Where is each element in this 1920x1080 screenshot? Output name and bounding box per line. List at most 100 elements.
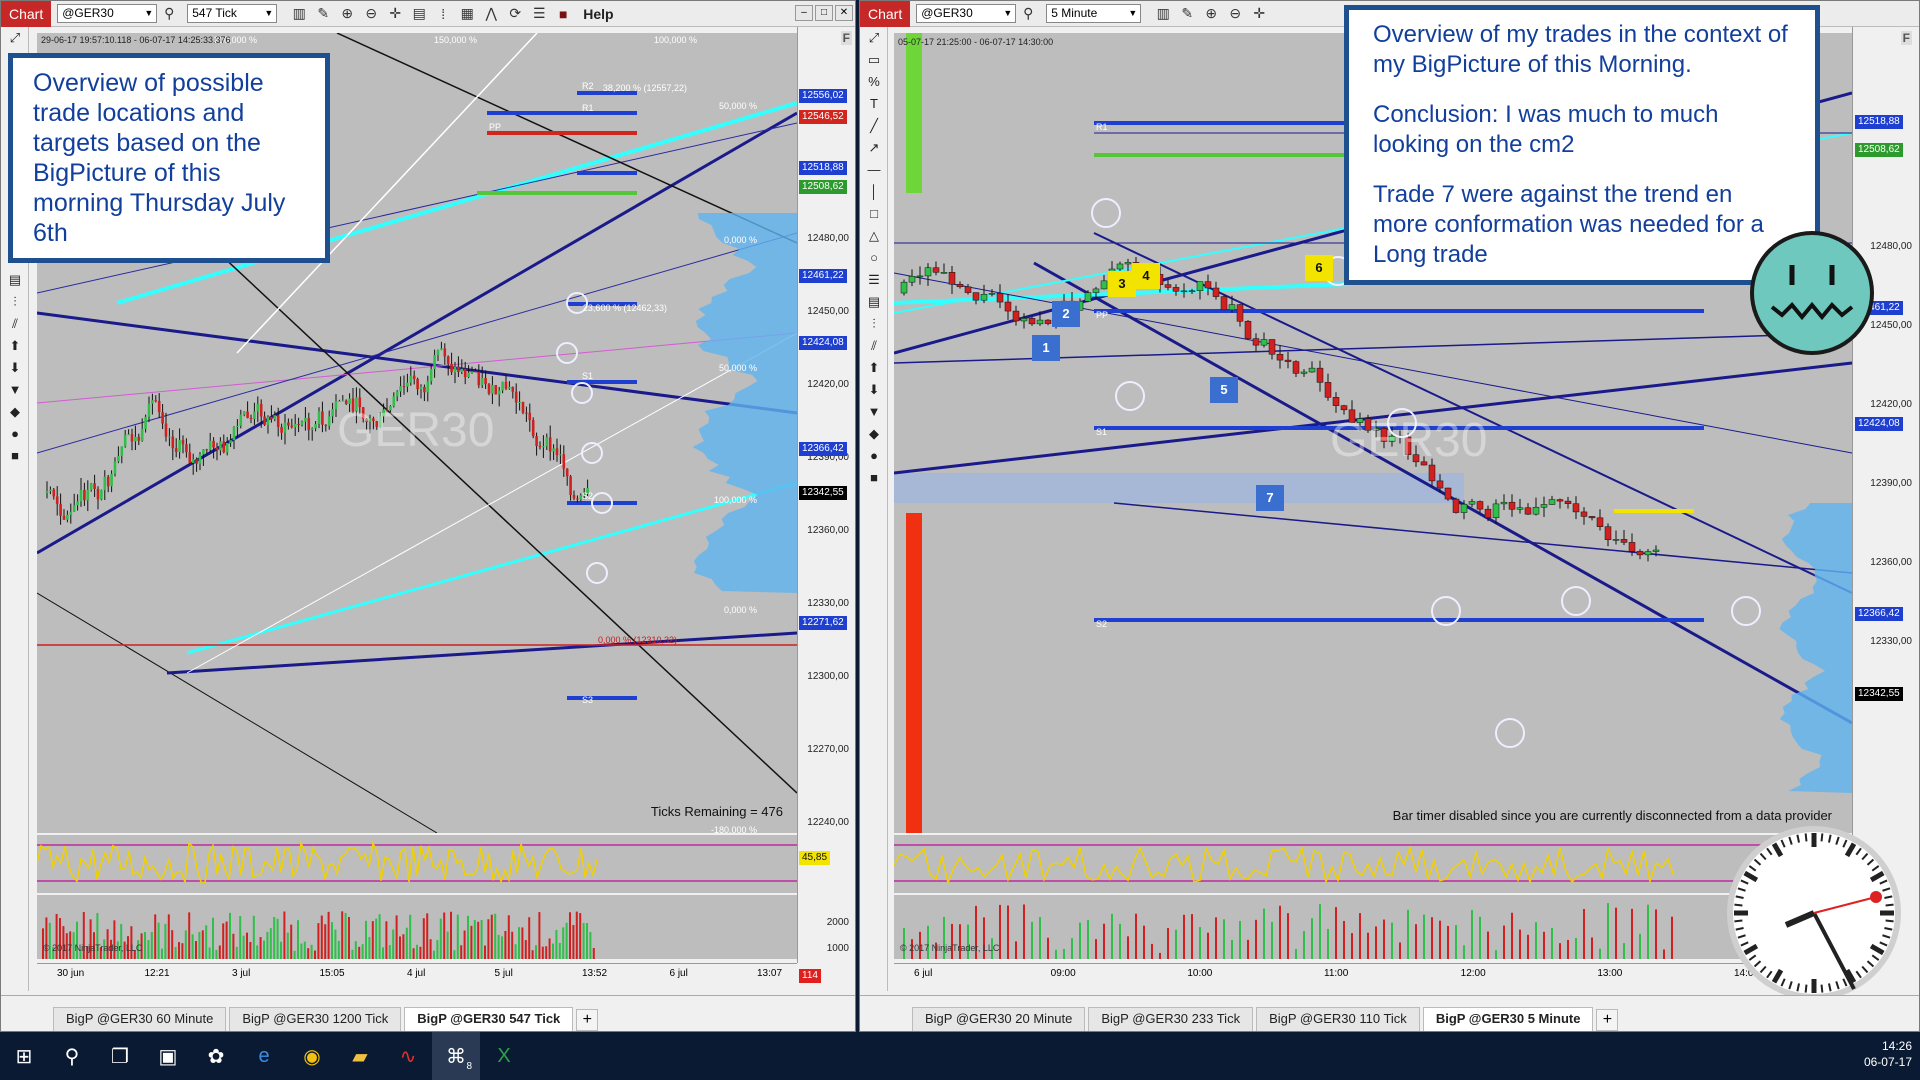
fib-tool-icon[interactable]: %	[860, 71, 888, 93]
pointer-icon[interactable]: ⤢	[860, 27, 888, 49]
tab-60-minute[interactable]: BigP @GER30 60 Minute	[53, 1007, 227, 1031]
volume-panel[interactable]: © 2017 NinjaTrader, LLC	[37, 895, 797, 959]
fib-extension-icon[interactable]: ▤	[860, 291, 888, 313]
search-icon[interactable]: ⚲	[48, 1032, 96, 1080]
list-icon[interactable]: ☰	[527, 5, 551, 22]
ruler-icon[interactable]: ▭	[860, 49, 888, 71]
price-axis[interactable]: F 12480,00 12450,00 12420,00 12390,00 12360,…	[1852, 27, 1919, 963]
text-icon[interactable]: T	[860, 93, 888, 115]
crosshair-icon[interactable]: ✛	[1247, 5, 1271, 22]
oscillator-panel[interactable]	[894, 835, 1852, 893]
start-icon[interactable]: ⊞	[0, 1032, 48, 1080]
zoom-in-icon[interactable]: ⊕	[1199, 5, 1223, 22]
fib-retracement-icon[interactable]: ☰	[860, 269, 888, 291]
flag-icon[interactable]: F	[840, 31, 852, 45]
dot-icon[interactable]: ●	[860, 445, 888, 467]
fib-extension-icon[interactable]: ▤	[1, 269, 29, 291]
price-axis[interactable]: F 12480,00 12450,00 12420,00 12390,00 12360,…	[797, 27, 855, 983]
trade-marker[interactable]: 5	[1210, 377, 1238, 403]
app-icon[interactable]: ∿	[384, 1032, 432, 1080]
arrow-up-icon[interactable]: ⬆	[1, 335, 29, 357]
arrow-up-icon[interactable]: ⬆	[860, 357, 888, 379]
trade-marker[interactable]: 2	[1052, 301, 1080, 327]
task-view-icon[interactable]: ❐	[96, 1032, 144, 1080]
zoom-in-icon[interactable]: ⊕	[335, 5, 359, 22]
diamond-icon[interactable]: ◆	[860, 423, 888, 445]
minimize-icon[interactable]: –	[795, 5, 813, 21]
instrument-select[interactable]: @GER30 ▼	[916, 4, 1017, 23]
tab-5-minute[interactable]: BigP @GER30 5 Minute	[1422, 1007, 1594, 1031]
candle-body	[559, 454, 562, 456]
tab-110-tick[interactable]: BigP @GER30 110 Tick	[1256, 1007, 1420, 1031]
pitchfork-icon[interactable]: ⫶	[860, 313, 888, 335]
chart-menu-button[interactable]: Chart	[860, 1, 911, 27]
close-icon[interactable]: ✕	[835, 5, 853, 21]
instrument-select[interactable]: @GER30 ▼	[57, 4, 158, 23]
channel-icon[interactable]: ⫽	[860, 335, 888, 357]
search-icon[interactable]: ⚲	[157, 5, 181, 22]
tab-20-minute[interactable]: BigP @GER30 20 Minute	[912, 1007, 1086, 1031]
system-clock[interactable]: 14:26 06-07-17	[1864, 1038, 1912, 1070]
bar-type-icon[interactable]: ▥	[287, 5, 311, 22]
oscillator-panel[interactable]	[37, 835, 797, 893]
maximize-icon[interactable]: □	[815, 5, 833, 21]
ninjatrader-icon[interactable]: ⌘ 8	[432, 1032, 480, 1080]
pencil-icon[interactable]: ✎	[311, 5, 335, 22]
chrome-icon[interactable]: ◉	[288, 1032, 336, 1080]
interval-select[interactable]: 547 Tick ▼	[187, 4, 278, 23]
trade-marker[interactable]: 4	[1132, 263, 1160, 289]
arrow-down-icon[interactable]: ⬇	[1, 357, 29, 379]
search-icon[interactable]: ⚲	[1016, 5, 1040, 22]
app-icon[interactable]: ▣	[144, 1032, 192, 1080]
flag-icon[interactable]: F	[1900, 31, 1912, 45]
triangle-icon[interactable]: △	[860, 225, 888, 247]
arrow-down-icon[interactable]: ⬇	[860, 379, 888, 401]
tab-1200-tick[interactable]: BigP @GER30 1200 Tick	[229, 1007, 402, 1031]
line-icon[interactable]: ╱	[860, 115, 888, 137]
tab-547-tick[interactable]: BigP @GER30 547 Tick	[404, 1007, 574, 1031]
vertical-line-icon[interactable]: │	[860, 181, 888, 203]
chart-trader-icon[interactable]: ▦	[455, 5, 479, 22]
rectangle-icon[interactable]: □	[860, 203, 888, 225]
candle-body	[93, 483, 96, 489]
trade-marker[interactable]: 6	[1305, 255, 1333, 281]
zoom-out-icon[interactable]: ⊖	[359, 5, 383, 22]
strategy-icon[interactable]: ⁞	[431, 6, 455, 22]
triangle-down-icon[interactable]: ▼	[860, 401, 888, 423]
trade-marker[interactable]: 7	[1256, 485, 1284, 511]
edge-icon[interactable]: e	[240, 1032, 288, 1080]
add-tab-button[interactable]: +	[1596, 1009, 1619, 1031]
time-axis[interactable]: 6 jul 09:00 10:00 11:00 12:00 13:00 14:00	[894, 963, 1852, 985]
candle-body	[171, 436, 175, 449]
trade-marker[interactable]: 1	[1032, 335, 1060, 361]
chart-menu-button[interactable]: Chart	[1, 1, 52, 27]
time-axis[interactable]: 30 jun 12:21 3 jul 15:05 4 jul 5 jul 13:52 6 ju…	[37, 963, 797, 985]
help-menu[interactable]: Help	[583, 6, 613, 22]
pointer-icon[interactable]: ⤢	[1, 27, 29, 49]
volume-panel[interactable]: © 2017 NinjaTrader, LLC	[894, 895, 1852, 959]
excel-icon[interactable]: X	[480, 1032, 528, 1080]
bar-type-icon[interactable]: ▥	[1151, 5, 1175, 22]
pencil-icon[interactable]: ✎	[1175, 5, 1199, 22]
crosshair-icon[interactable]: ✛	[383, 5, 407, 22]
dot-icon[interactable]: ●	[1, 423, 29, 445]
app-icon[interactable]: ✿	[192, 1032, 240, 1080]
stop-icon[interactable]: ■	[551, 6, 575, 22]
pitchfork-icon[interactable]: ⫶	[1, 291, 29, 313]
indicator-icon[interactable]: ⋀	[479, 5, 503, 22]
horizontal-line-icon[interactable]: —	[860, 159, 888, 181]
tab-233-tick[interactable]: BigP @GER30 233 Tick	[1088, 1007, 1254, 1031]
folder-icon[interactable]: ▰	[336, 1032, 384, 1080]
add-tab-button[interactable]: +	[576, 1009, 599, 1031]
channel-icon[interactable]: ⫽	[1, 313, 29, 335]
ray-icon[interactable]: ↗	[860, 137, 888, 159]
square-icon[interactable]: ■	[1, 445, 29, 467]
ellipse-icon[interactable]: ○	[860, 247, 888, 269]
triangle-down-icon[interactable]: ▼	[1, 379, 29, 401]
properties-icon[interactable]: ▤	[407, 5, 431, 22]
zoom-out-icon[interactable]: ⊖	[1223, 5, 1247, 22]
interval-select[interactable]: 5 Minute ▼	[1046, 4, 1142, 23]
square-icon[interactable]: ■	[860, 467, 888, 489]
refresh-icon[interactable]: ⟳	[503, 5, 527, 22]
diamond-icon[interactable]: ◆	[1, 401, 29, 423]
